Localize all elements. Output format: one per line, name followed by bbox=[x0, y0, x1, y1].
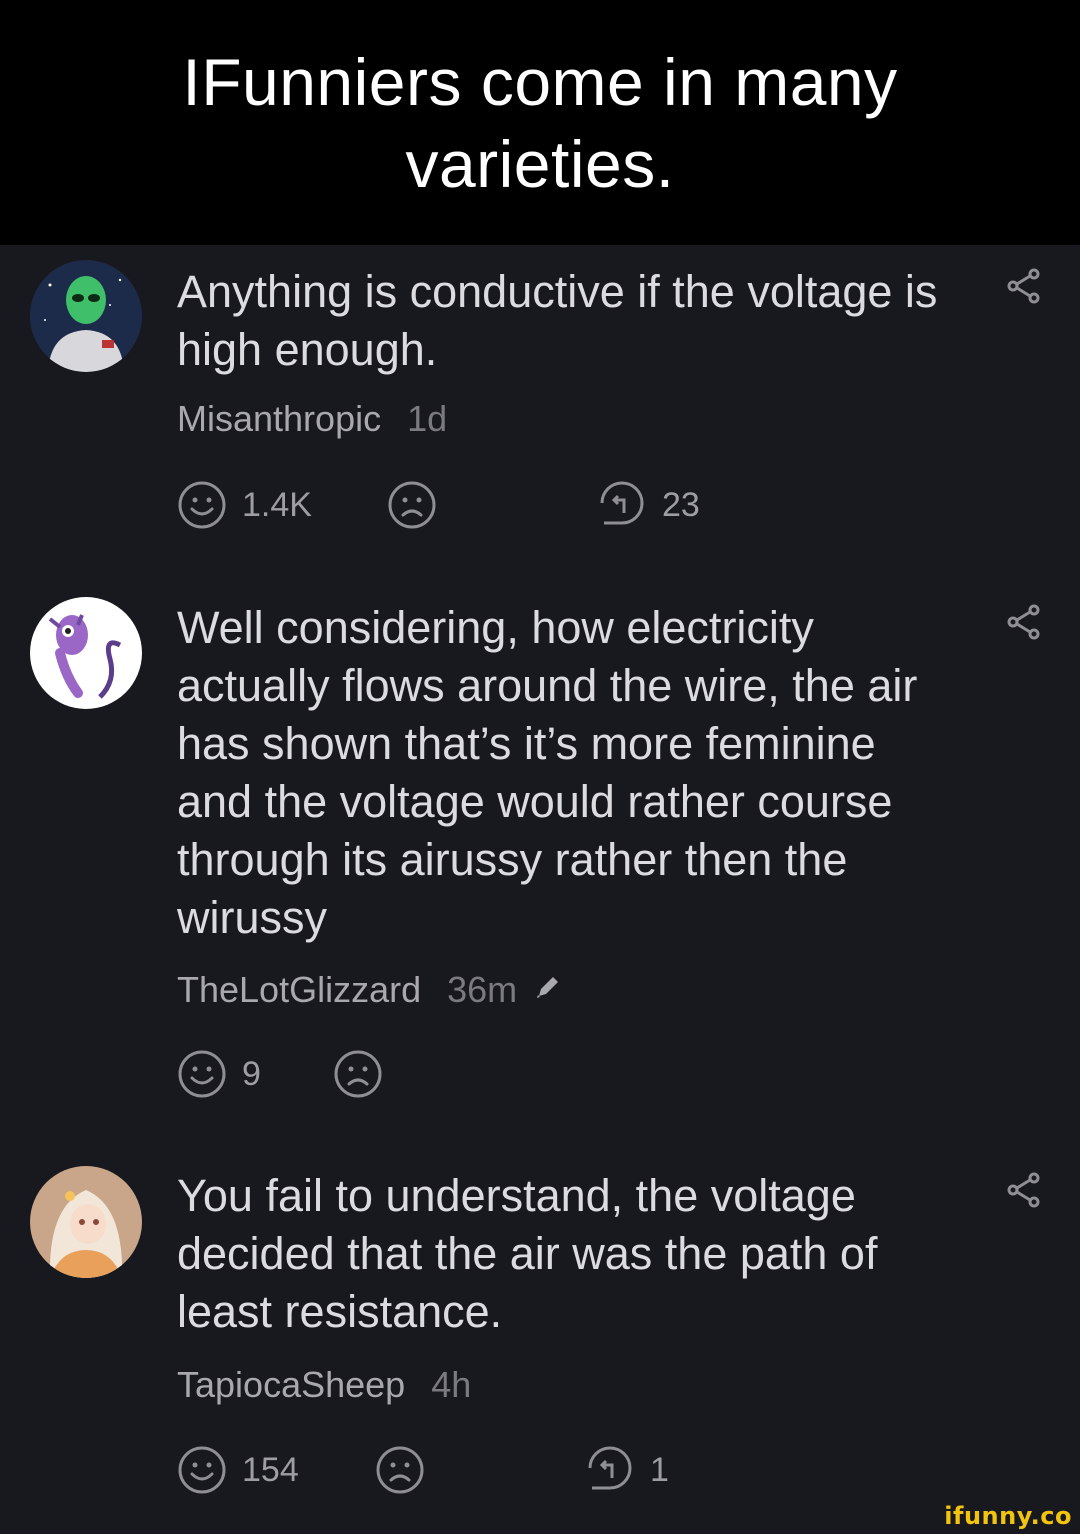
timestamp: 4h bbox=[431, 1364, 472, 1405]
smile-button[interactable]: 1.4K bbox=[176, 478, 312, 532]
comment-meta: Misanthropic 1d bbox=[177, 398, 447, 440]
comment-text: Anything is conductive if the voltage is… bbox=[177, 266, 938, 375]
share-icon[interactable] bbox=[1004, 602, 1044, 642]
smile-icon bbox=[178, 1050, 226, 1098]
author-name[interactable]: TheLotGlizzard bbox=[177, 969, 421, 1011]
comment-text: Well considering, how electricity actual… bbox=[177, 602, 918, 943]
frown-icon bbox=[334, 1050, 382, 1098]
frown-icon bbox=[388, 481, 436, 529]
smile-button[interactable]: 9 bbox=[176, 1047, 261, 1101]
edited-pencil-icon bbox=[537, 977, 559, 998]
purple-lizard-avatar-icon bbox=[30, 597, 142, 709]
anime-girl-avatar-icon bbox=[30, 1166, 142, 1278]
smile-count: 9 bbox=[242, 1054, 261, 1093]
smile-count: 1.4K bbox=[242, 485, 312, 524]
smile-count: 154 bbox=[242, 1450, 299, 1489]
frown-icon bbox=[376, 1446, 424, 1494]
unsmile-button[interactable] bbox=[374, 1443, 426, 1497]
avatar[interactable] bbox=[30, 260, 142, 372]
alien-astronaut-avatar-icon bbox=[30, 260, 142, 372]
comment-meta: TheLotGlizzard 36m bbox=[177, 969, 563, 1011]
comment-text: You fail to understand, the voltage deci… bbox=[177, 1170, 878, 1337]
reply-icon bbox=[588, 1446, 632, 1490]
author-name[interactable]: TapiocaSheep bbox=[177, 1364, 405, 1406]
caption-text: IFunniers come in many varieties. bbox=[182, 44, 898, 201]
reply-count: 23 bbox=[662, 485, 700, 524]
smile-icon bbox=[178, 1446, 226, 1494]
avatar[interactable] bbox=[30, 597, 142, 709]
reply-button[interactable]: 1 bbox=[584, 1443, 669, 1497]
avatar[interactable] bbox=[30, 1166, 142, 1278]
author-name[interactable]: Misanthropic bbox=[177, 398, 381, 440]
unsmile-button[interactable] bbox=[386, 478, 438, 532]
ifunny-watermark: ifunny.co bbox=[944, 1502, 1072, 1530]
timestamp: 36m bbox=[447, 969, 518, 1010]
smile-icon bbox=[178, 481, 226, 529]
meme-caption: IFunniers come in many varieties. bbox=[0, 0, 1080, 245]
comment-meta: TapiocaSheep 4h bbox=[177, 1364, 471, 1406]
smile-button[interactable]: 154 bbox=[176, 1443, 299, 1497]
reply-button[interactable]: 23 bbox=[596, 478, 700, 532]
share-icon[interactable] bbox=[1004, 1170, 1044, 1210]
reply-icon bbox=[600, 481, 644, 525]
unsmile-button[interactable] bbox=[332, 1047, 384, 1101]
reply-count: 1 bbox=[650, 1450, 669, 1489]
share-icon[interactable] bbox=[1004, 266, 1044, 306]
timestamp: 1d bbox=[407, 398, 448, 439]
